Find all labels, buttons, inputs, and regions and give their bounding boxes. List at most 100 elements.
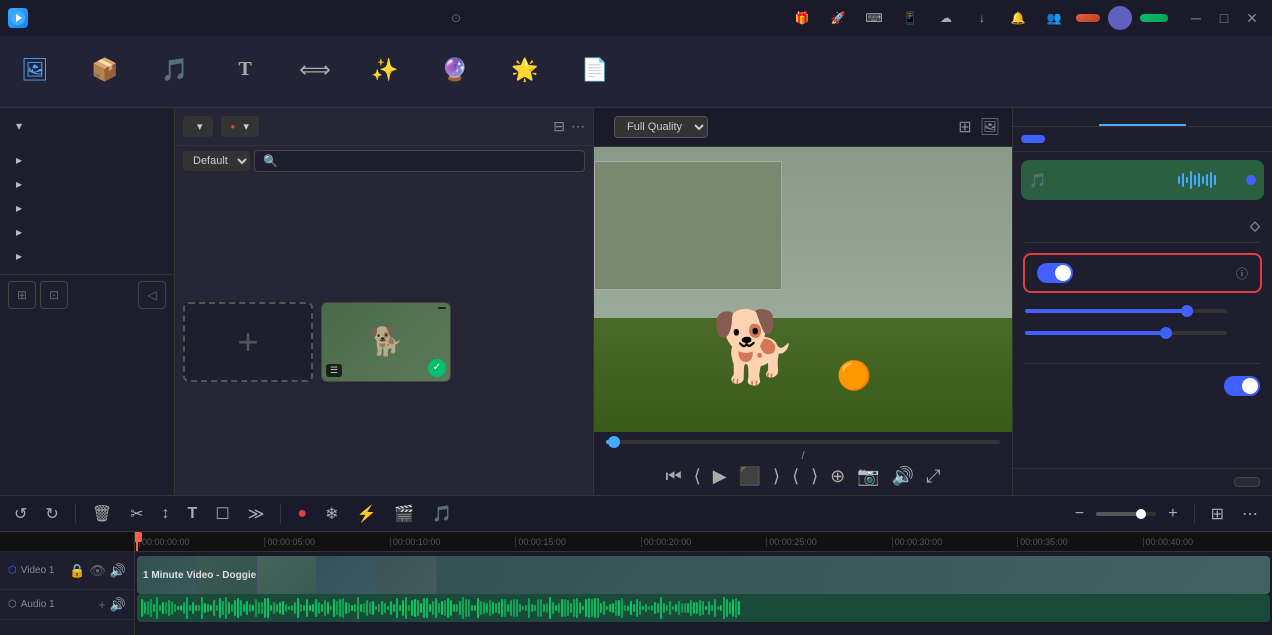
voice-beautification-slider[interactable] (1025, 331, 1227, 335)
gift-icon[interactable]: 🎁 (788, 4, 816, 32)
ai-cut-button[interactable]: ⚡ (350, 502, 382, 526)
delete-button[interactable]: 🗑 (86, 502, 118, 526)
sort-select[interactable]: Default (183, 151, 250, 171)
scene-button[interactable]: 🎬 (388, 502, 420, 526)
voice-clarity-slider[interactable] (1025, 309, 1227, 313)
community-icon[interactable]: 👥 (1040, 4, 1068, 32)
photo-view-icon[interactable]: 🖼 (980, 117, 1000, 137)
sidebar-item-project-media[interactable]: ▾ (8, 114, 166, 138)
toolbar-audio[interactable]: 🎵 (140, 36, 210, 108)
info-icon[interactable]: ⓘ (1236, 265, 1248, 282)
more-tl-button[interactable]: ⋯ (1236, 502, 1264, 526)
sidebar-item-adjustment-la[interactable]: ▸ (8, 220, 166, 244)
track-eye-icon[interactable]: 👁 (89, 563, 106, 579)
reset-button[interactable] (1025, 478, 1041, 486)
maximize-button[interactable]: □ (1212, 6, 1236, 30)
sub-tab-voice-changer[interactable] (1049, 135, 1073, 143)
tab-audio[interactable] (1099, 108, 1185, 126)
device-icon[interactable]: 📱 (896, 4, 924, 32)
zoom-in-button[interactable]: + (1162, 503, 1183, 525)
sidebar-item-compound-cli[interactable]: ▸ (8, 244, 166, 268)
toolbar-stickers[interactable]: 🌟 (490, 36, 560, 108)
notification-icon[interactable]: 🔔 (1004, 4, 1032, 32)
prev-frame-button[interactable]: ⟨ (694, 466, 701, 487)
panel-action-2[interactable]: ⊡ (40, 281, 68, 309)
sub-tab-basic[interactable] (1021, 135, 1045, 143)
toolbar-titles[interactable]: T (210, 36, 280, 108)
snapshot-button[interactable]: 📷 (857, 466, 879, 487)
sidebar-item-influence-kit[interactable]: ▸ (8, 196, 166, 220)
track-audio-vol-icon[interactable]: 🔊 (110, 597, 126, 613)
speed-button[interactable]: ≫ (242, 502, 271, 526)
import-button[interactable]: ▾ (183, 116, 213, 137)
player-timeline[interactable] (606, 440, 1000, 444)
zoom-slider[interactable] (1096, 512, 1156, 516)
cut-button[interactable]: ✂ (124, 502, 149, 526)
mark-out-button[interactable]: ⟩ (811, 466, 818, 487)
panel-section: ▾ ▸ ▸ ▸ ▸ ▸ (0, 108, 174, 274)
search-input[interactable] (282, 155, 576, 167)
toolbar-transitions[interactable]: ⟺ (280, 36, 350, 108)
cloud-icon[interactable]: ☁ (932, 4, 960, 32)
toolbar-media[interactable]: 🖼 (0, 36, 70, 108)
sidebar-item-folder[interactable] (8, 138, 166, 148)
time-display: / (606, 450, 1000, 462)
rocket-icon[interactable]: 🚀 (824, 4, 852, 32)
voice-beautification-thumb (1160, 327, 1172, 339)
next-frame-button[interactable]: ⟩ (773, 466, 780, 487)
fullscreen-button[interactable]: ⤢ (926, 466, 940, 487)
play-button[interactable]: ▶ (713, 466, 727, 487)
toolbar-effects[interactable]: ✨ (350, 36, 420, 108)
keyboard-icon[interactable]: ⌨ (860, 4, 888, 32)
audio-button[interactable]: 🔊 (892, 466, 914, 487)
user-avatar[interactable] (1108, 6, 1132, 30)
freeze-button[interactable]: ❄ (319, 502, 344, 526)
crop-button[interactable]: ↕ (156, 503, 176, 525)
purchase-button[interactable] (1076, 14, 1100, 22)
zoom-out-button[interactable]: − (1069, 503, 1090, 525)
video-track[interactable]: 1 Minute Video - Doggie (137, 556, 1270, 594)
filter-icon[interactable]: ⊟ (553, 118, 565, 135)
tab-color[interactable] (1186, 108, 1272, 126)
panel-collapse[interactable]: ◁ (138, 281, 166, 309)
wind-removal-toggle[interactable] (1224, 376, 1260, 396)
video-media-item[interactable]: 🐕 ☰ ✓ (321, 302, 451, 488)
grid-button[interactable]: ⊞ (1205, 502, 1230, 526)
undo-button[interactable]: ↺ (8, 502, 33, 526)
quality-select[interactable]: Full Quality (614, 116, 708, 138)
close-button[interactable]: ✕ (1240, 6, 1264, 30)
audio-icon: 🎵 (161, 57, 188, 83)
track-audio-add-icon[interactable]: + (98, 597, 106, 613)
panel-action-1[interactable]: ⊞ (8, 281, 36, 309)
record-tl-button[interactable]: ● (291, 503, 313, 525)
clip-button[interactable]: ☐ (209, 502, 235, 526)
track-lock-icon[interactable]: 🔒 (69, 563, 85, 579)
sidebar-item-global-media[interactable]: ▸ (8, 148, 166, 172)
grid-view-icon[interactable]: ⊞ (958, 117, 971, 137)
media-toolbar: ▾ ● ▾ ⊟ ⋯ (175, 108, 593, 146)
toolbar-filters[interactable]: 🔮 (420, 36, 490, 108)
stop-button[interactable]: ⬛ (739, 466, 761, 487)
skip-back-button[interactable]: ⏮ (666, 466, 682, 487)
toolbar-templates[interactable]: 📄 (560, 36, 630, 108)
text-button[interactable]: T (182, 503, 204, 525)
import-media-item[interactable]: + (183, 302, 313, 488)
denoise-row (1013, 343, 1272, 359)
redo-button[interactable]: ↻ (39, 502, 64, 526)
ai-enhancer-toggle[interactable] (1037, 263, 1073, 283)
audio-track[interactable]: // Generate waveform bars const waveCont… (137, 594, 1270, 622)
track-mute-icon[interactable]: 🔊 (110, 563, 126, 579)
download-icon[interactable]: ↓ (968, 4, 996, 32)
add-to-timeline-button[interactable]: ⊕ (830, 466, 845, 487)
keyframe-panel-button[interactable] (1234, 477, 1260, 487)
export-button[interactable] (1140, 14, 1168, 22)
mark-in-button[interactable]: ⟨ (792, 466, 799, 487)
ruler-spacer (0, 532, 134, 552)
sidebar-item-cloud-media[interactable]: ▸ (8, 172, 166, 196)
more-icon[interactable]: ⋯ (571, 118, 585, 135)
minimize-button[interactable]: ─ (1184, 6, 1208, 30)
tab-video[interactable] (1013, 108, 1099, 126)
audio-sep-button[interactable]: 🎵 (426, 502, 458, 526)
toolbar-stock-media[interactable]: 📦 (70, 36, 140, 108)
record-button[interactable]: ● ▾ (221, 116, 259, 137)
